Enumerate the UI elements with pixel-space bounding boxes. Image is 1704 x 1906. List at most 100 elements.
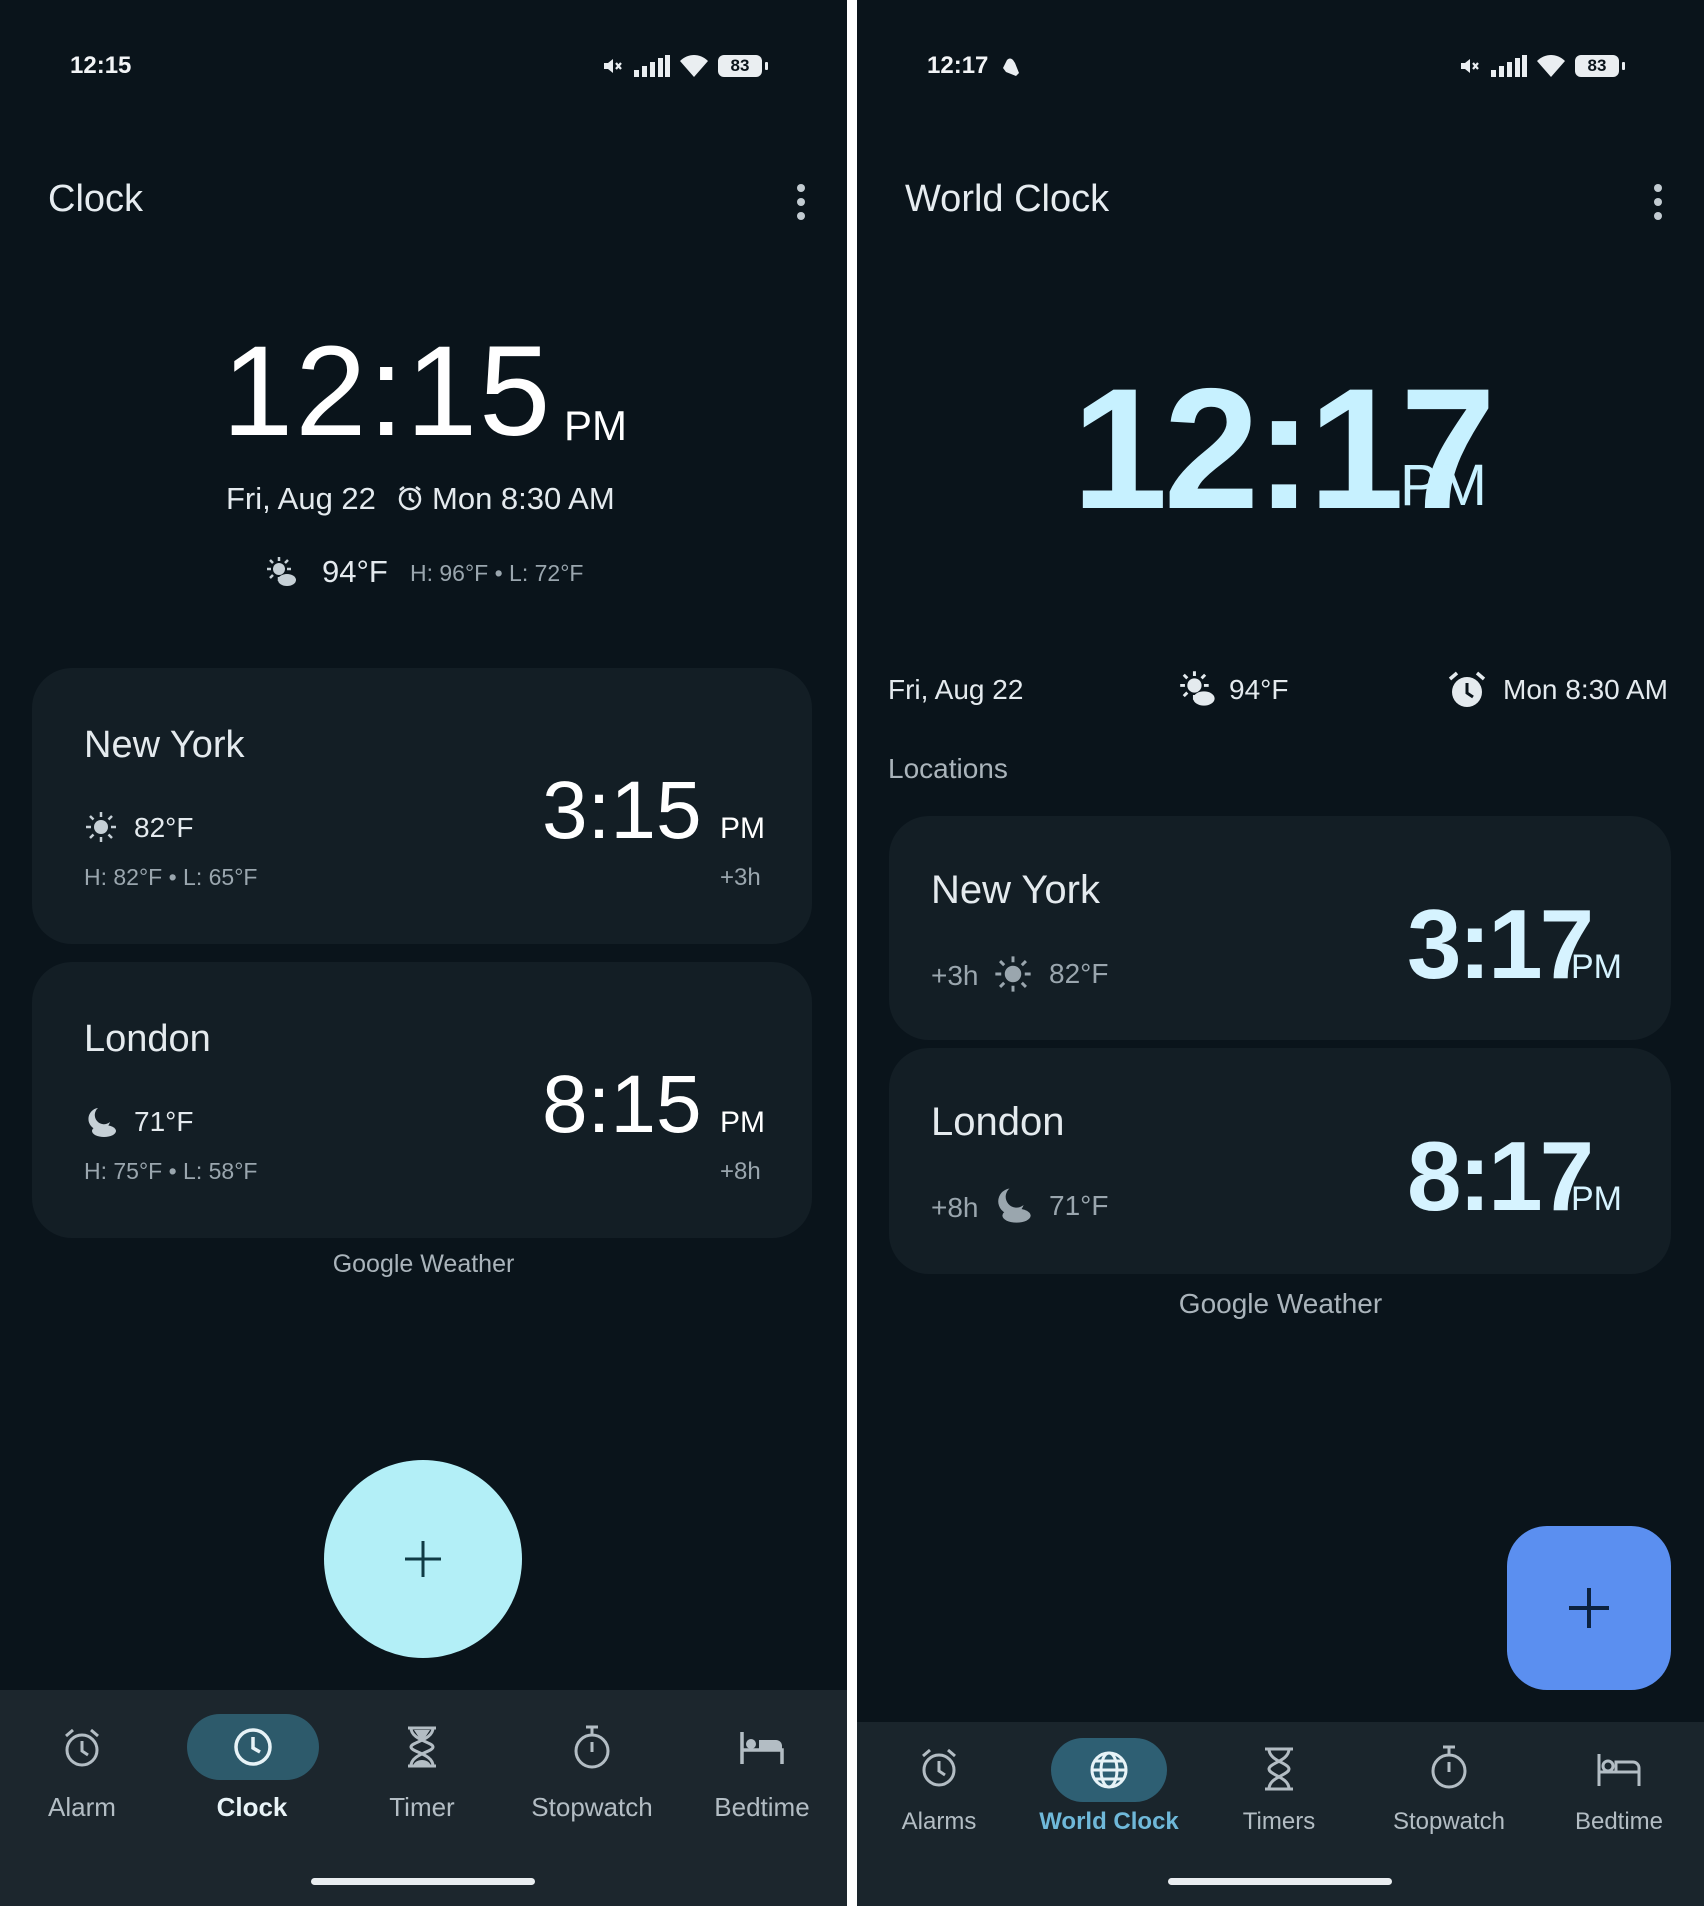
city-offset: +8h bbox=[720, 1158, 761, 1185]
city-card-london[interactable]: London +8h 71°F 8:17 PM bbox=[889, 1048, 1671, 1274]
alarm-small-icon bbox=[398, 486, 422, 511]
signal-icon bbox=[634, 55, 670, 77]
city-temp: 71°F bbox=[1049, 1190, 1109, 1221]
city-name: New York bbox=[931, 868, 1100, 912]
city-hilo: H: 82°F • L: 65°F bbox=[84, 864, 258, 890]
city-card-new-york[interactable]: New York +3h 82°F 3:17 PM bbox=[889, 816, 1671, 1040]
nav-label: Bedtime bbox=[1574, 1808, 1664, 1835]
nav-item-world-clock[interactable]: World Clock bbox=[1034, 1722, 1184, 1842]
main-clock-ampm: PM bbox=[1400, 453, 1487, 518]
nav-item-timer[interactable]: Timer bbox=[347, 1690, 497, 1830]
city-temp: 71°F bbox=[134, 1106, 194, 1137]
hourglass-icon bbox=[408, 1726, 436, 1768]
alarm-icon bbox=[1448, 671, 1486, 707]
plus-icon bbox=[405, 1541, 441, 1577]
more-options-button[interactable] bbox=[795, 184, 807, 220]
next-alarm: Mon 8:30 AM bbox=[1503, 674, 1668, 705]
globe-icon bbox=[1090, 1751, 1128, 1789]
city-ampm: PM bbox=[720, 812, 765, 845]
alarm-icon bbox=[65, 1728, 99, 1767]
city-offset: +3h bbox=[931, 960, 979, 991]
signal-icon bbox=[1491, 55, 1527, 77]
partly-sunny-icon bbox=[267, 557, 296, 586]
moon-cloud-icon bbox=[998, 1188, 1031, 1223]
nav-item-bedtime[interactable]: Bedtime bbox=[687, 1690, 837, 1830]
next-alarm: Mon 8:30 AM bbox=[432, 481, 615, 516]
nav-item-bedtime[interactable]: Bedtime bbox=[1544, 1722, 1694, 1842]
nav-label: World Clock bbox=[1039, 1808, 1179, 1835]
weather-attribution[interactable]: Google Weather bbox=[857, 1288, 1704, 1320]
battery-indicator: 83 bbox=[718, 55, 768, 77]
city-time: 3:17 bbox=[1407, 889, 1594, 999]
clock-icon bbox=[234, 1728, 272, 1766]
right-phone-screen: 12:17 83 World Clock 12:17 PM Fri, Aug 2… bbox=[857, 0, 1704, 1906]
add-city-button[interactable] bbox=[324, 1460, 522, 1658]
current-temp: 94°F bbox=[322, 554, 388, 589]
wifi-icon bbox=[680, 55, 708, 77]
nav-item-timers[interactable]: Timers bbox=[1204, 1722, 1354, 1842]
nav-item-clock[interactable]: Clock bbox=[177, 1690, 327, 1830]
bed-icon bbox=[740, 1732, 784, 1764]
nav-label: Stopwatch bbox=[1392, 1808, 1506, 1835]
notification-icon bbox=[1003, 58, 1019, 76]
stopwatch-icon bbox=[574, 1725, 610, 1769]
main-clock-ampm: PM bbox=[564, 402, 627, 449]
city-hilo: H: 75°F • L: 58°F bbox=[84, 1158, 258, 1184]
city-name: London bbox=[84, 1018, 211, 1060]
city-card-new-york[interactable]: New York 82°F H: 82°F • L: 65°F 3:15 PM … bbox=[32, 668, 812, 944]
bottom-navigation: Alarms World Clock Timers Stopwatch Bedt… bbox=[857, 1722, 1704, 1906]
more-options-button[interactable] bbox=[1652, 184, 1664, 220]
city-time: 8:15 bbox=[542, 1059, 702, 1150]
nav-item-stopwatch[interactable]: Stopwatch bbox=[1374, 1722, 1524, 1842]
home-indicator[interactable] bbox=[311, 1878, 535, 1885]
nav-label: Alarms bbox=[901, 1808, 977, 1835]
city-temp: 82°F bbox=[134, 812, 194, 843]
city-card-london[interactable]: London 71°F H: 75°F • L: 58°F 8:15 PM +8… bbox=[32, 962, 812, 1238]
nav-item-alarm[interactable]: Alarm bbox=[7, 1690, 157, 1830]
city-name: London bbox=[931, 1100, 1065, 1144]
city-offset: +3h bbox=[720, 864, 761, 891]
home-indicator[interactable] bbox=[1168, 1878, 1392, 1885]
nav-label: Bedtime bbox=[714, 1792, 810, 1822]
mute-icon bbox=[1461, 59, 1479, 73]
partly-sunny-icon bbox=[1180, 671, 1215, 706]
city-ampm: PM bbox=[1571, 1180, 1622, 1218]
nav-label: Alarm bbox=[48, 1792, 116, 1822]
city-time: 3:15 bbox=[542, 765, 702, 856]
nav-label: Timer bbox=[389, 1792, 455, 1822]
bed-icon bbox=[1597, 1754, 1641, 1786]
page-title: World Clock bbox=[905, 178, 1110, 220]
battery-indicator: 83 bbox=[1575, 55, 1625, 77]
moon-cloud-icon bbox=[88, 1108, 116, 1137]
nav-label: Timers bbox=[1242, 1808, 1316, 1835]
sun-icon bbox=[86, 812, 116, 842]
nav-item-stopwatch[interactable]: Stopwatch bbox=[517, 1690, 667, 1830]
sun-icon bbox=[995, 956, 1031, 992]
nav-item-alarms[interactable]: Alarms bbox=[864, 1722, 1014, 1842]
nav-label: Stopwatch bbox=[531, 1792, 653, 1822]
status-icons: 83 bbox=[600, 54, 768, 78]
city-name: New York bbox=[84, 724, 245, 766]
left-phone-screen: 12:15 83 Clock 12:15 PM Fri, Aug 22 Mon … bbox=[0, 0, 847, 1906]
add-city-button[interactable] bbox=[1507, 1526, 1671, 1690]
weather-attribution[interactable]: Google Weather bbox=[0, 1250, 847, 1279]
city-ampm: PM bbox=[1571, 948, 1622, 986]
nav-label: Clock bbox=[216, 1792, 288, 1822]
plus-icon bbox=[1569, 1588, 1609, 1628]
city-time: 8:17 bbox=[1407, 1121, 1594, 1231]
status-icons: 83 bbox=[1457, 54, 1625, 78]
current-temp: 94°F bbox=[1229, 674, 1289, 705]
city-ampm: PM bbox=[720, 1106, 765, 1139]
page-title: Clock bbox=[48, 178, 144, 220]
mute-icon bbox=[604, 59, 622, 73]
current-hilo: H: 96°F • L: 72°F bbox=[410, 560, 584, 586]
city-temp: 82°F bbox=[1049, 958, 1109, 989]
bottom-navigation: Alarm Clock Timer Stopwatch Bedtime bbox=[0, 1690, 847, 1906]
alarm-icon bbox=[922, 1748, 956, 1787]
main-clock-date: Fri, Aug 22 bbox=[226, 481, 376, 516]
status-time: 12:15 bbox=[70, 52, 132, 79]
city-offset: +8h bbox=[931, 1192, 979, 1223]
section-label: Locations bbox=[888, 753, 1008, 784]
main-clock-date: Fri, Aug 22 bbox=[888, 674, 1024, 705]
status-time: 12:17 bbox=[927, 52, 989, 79]
